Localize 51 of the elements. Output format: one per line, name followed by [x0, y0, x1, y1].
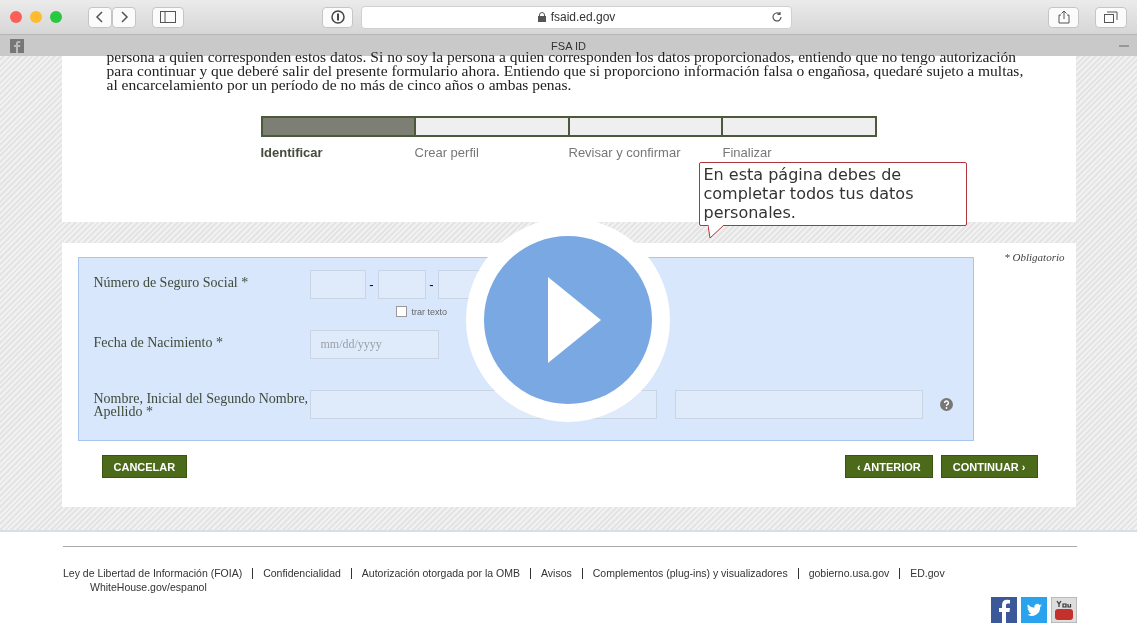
share-button[interactable] [1047, 6, 1080, 28]
minimize-window-button[interactable] [30, 11, 42, 23]
tabs-button[interactable] [1095, 6, 1127, 28]
share-icon [1057, 10, 1070, 24]
show-text-checkbox[interactable] [395, 306, 407, 317]
close-window-button[interactable] [10, 11, 22, 23]
facebook-icon [10, 38, 24, 53]
footer-link[interactable]: gobierno.usa.gov [808, 567, 890, 579]
facebook-icon[interactable] [991, 597, 1017, 623]
lock-icon [537, 12, 546, 22]
footer-link[interactable]: Autorización otorgada por la OMB [361, 567, 520, 579]
field-label: Fecha de Nacimiento * [93, 335, 224, 351]
consent-paragraph: persona a quien corresponden estos datos. Si no soy la persona a quien corresponden los datos proporcionados, entiendo que no tengo autorización para continuar y que deberé salir del presente formulario ahora. Entiendo que si proporciono información falsa o engañosa, quedaré sujeto a multas, al encarcelamiento por un período de no más de cinco años o ambas penas. [106, 50, 1025, 92]
sidebar-icon [159, 11, 176, 23]
separator: - [368, 277, 375, 292]
video-logo-icon[interactable] [1051, 597, 1077, 623]
separator: - [428, 277, 435, 292]
tab-title[interactable]: FSA ID [551, 39, 586, 52]
cancel-button[interactable]: CANCELAR [101, 455, 188, 478]
step-label: Identificar [260, 145, 324, 160]
zoom-window-button[interactable] [50, 11, 62, 23]
footer-link[interactable]: WhiteHouse.gov/espanol [81, 581, 1077, 593]
required-note: * Obligatorio [1004, 251, 1065, 265]
address-bar[interactable]: fsaid.ed.gov [361, 5, 792, 29]
step-label: Revisar y confirmar [568, 145, 682, 160]
footer-link[interactable]: Ley de Libertad de Información (FOIA) [63, 567, 243, 579]
date-input[interactable]: mm/dd/yyyy [309, 330, 439, 359]
sidebar-button[interactable] [152, 6, 184, 28]
step-label: Finalizar [722, 145, 773, 160]
back-button[interactable] [88, 6, 112, 28]
checkbox-label: trar texto [411, 306, 447, 317]
info-circle-icon [330, 10, 345, 24]
chevron-right-icon [119, 11, 129, 23]
footer-link[interactable]: ED.gov [910, 567, 945, 579]
previous-button[interactable]: ‹ ANTERIOR [845, 455, 933, 478]
reload-icon [770, 10, 783, 23]
chevron-left-icon [95, 11, 105, 23]
help-icon[interactable] [939, 398, 953, 411]
field-label: Nombre, Inicial del Segundo Nombre, Apellido * [93, 391, 310, 418]
footer-link[interactable]: Confidencialidad [263, 567, 341, 579]
footer-link[interactable]: Complementos (plug-ins) y visualizadores [592, 567, 788, 579]
step-label: Crear perfil [414, 145, 480, 160]
tooltip-callout: En esta página debes de completar todos tus datos personales. [698, 162, 967, 226]
privacy-button[interactable] [321, 6, 354, 28]
tabs-icon [1104, 11, 1119, 23]
continue-button[interactable]: CONTINUAR › [940, 455, 1038, 478]
url-text: fsaid.ed.gov [550, 10, 616, 24]
field-label: Número de Seguro Social * [93, 275, 250, 291]
footer-link[interactable]: Avisos [541, 567, 572, 579]
forward-button[interactable] [112, 6, 136, 28]
callout-tail [707, 225, 726, 239]
